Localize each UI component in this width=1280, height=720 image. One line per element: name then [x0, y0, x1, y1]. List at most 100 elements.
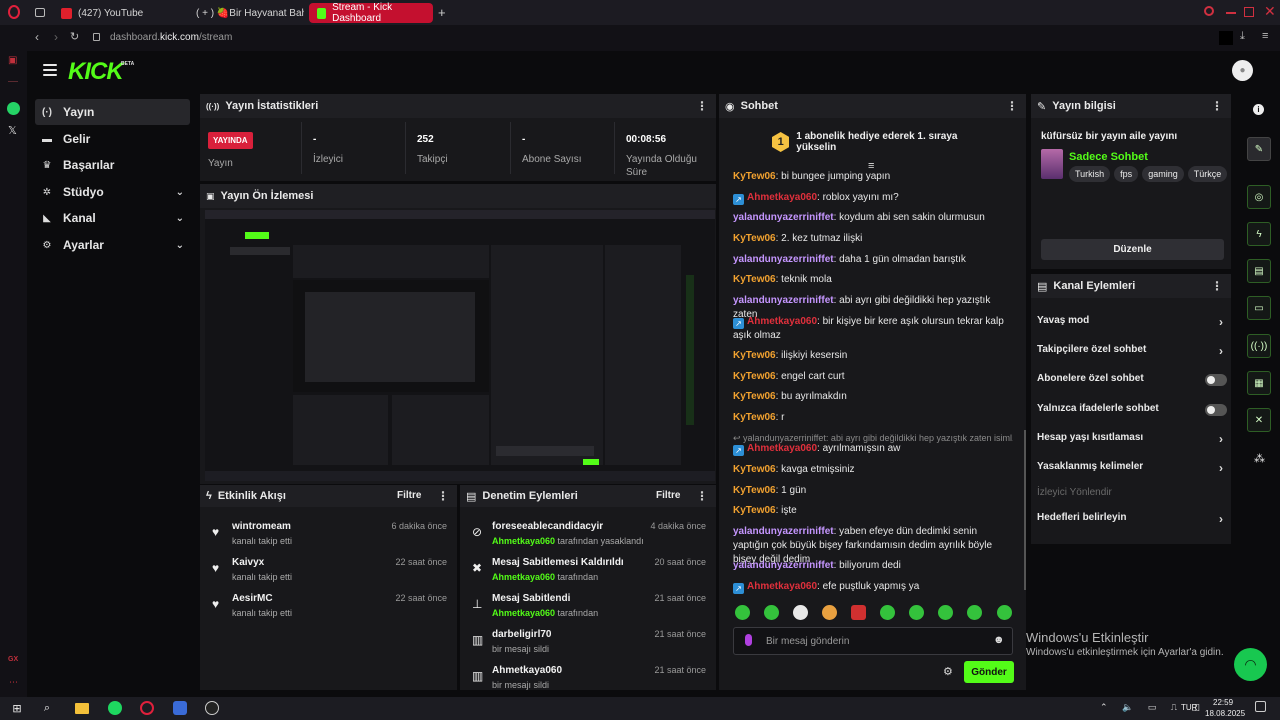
spotify-icon[interactable] — [106, 699, 124, 717]
headset-support-icon[interactable]: ◠ — [1234, 648, 1267, 681]
chat-username[interactable]: yalandunyazerriniffet — [733, 560, 834, 571]
kebab-menu-icon[interactable]: ⋮ — [1211, 99, 1223, 113]
shopping-icon[interactable]: ▣ — [8, 55, 17, 66]
gift-leader-banner[interactable]: 1 1 abonelik hediye ederek 1. sıraya yük… — [772, 131, 992, 153]
tag[interactable]: gaming — [1142, 166, 1184, 182]
filter-button[interactable]: Filtre — [656, 490, 680, 501]
info-icon[interactable]: i — [1253, 104, 1264, 115]
back-icon[interactable]: ‹ — [35, 30, 39, 44]
category-thumbnail[interactable] — [1041, 149, 1063, 179]
clock-date[interactable]: 18.08.2025 — [1205, 709, 1245, 718]
menu-icon[interactable]: ≡ — [1262, 30, 1268, 42]
slow-mode-item[interactable]: Yavaş mod › — [1037, 315, 1227, 333]
edit-button[interactable]: Düzenle — [1041, 239, 1224, 260]
gx-icon[interactable]: GX — [8, 656, 18, 663]
chat-username[interactable]: KyTew06 — [733, 274, 776, 285]
broadcast-icon[interactable]: ((·)) — [1247, 334, 1271, 358]
tab-youtube[interactable]: (427) YouTube — [53, 3, 178, 23]
activity-user[interactable]: AesirMC — [232, 593, 273, 604]
chat-settings-icon[interactable]: ⚙ — [943, 665, 953, 678]
windows-start-icon[interactable]: ⊞ — [8, 699, 26, 717]
chat-username[interactable]: yalandunyazerriniffet — [733, 254, 834, 265]
banned-words-item[interactable]: Yasaklanmış kelimeler › — [1037, 461, 1227, 479]
chat-username[interactable]: KyTew06 — [733, 485, 776, 496]
clock-time[interactable]: 22:59 — [1213, 698, 1233, 707]
tag[interactable]: Türkçe — [1187, 166, 1228, 182]
chat-username[interactable]: KyTew06 — [733, 350, 776, 361]
kick-logo[interactable]: KICK — [68, 58, 124, 86]
sidebar-item-basarilar[interactable]: ♛ Başarılar — [35, 152, 190, 178]
search-icon[interactable]: ⌕ — [38, 699, 56, 717]
chat-icon[interactable]: ▭ — [1247, 296, 1271, 320]
chat-scrollbar[interactable] — [1024, 430, 1026, 590]
kebab-menu-icon[interactable]: ⋮ — [1006, 99, 1018, 113]
url-field[interactable]: dashboard.kick.com/stream — [110, 32, 232, 43]
tab-kick-dashboard[interactable]: Stream - Kick Dashboard — [309, 2, 433, 24]
stream-preview-video[interactable] — [205, 210, 715, 481]
chat-username[interactable]: KyTew06 — [733, 412, 776, 423]
goals-item[interactable]: Hedefleri belirleyin › — [1037, 512, 1227, 530]
hamburger-icon[interactable] — [43, 64, 57, 76]
emoji-icon[interactable]: ☻ — [993, 634, 1005, 646]
chat-username[interactable]: KyTew06 — [733, 464, 776, 475]
emote-icon[interactable] — [764, 605, 779, 620]
emote-icon[interactable] — [909, 605, 924, 620]
moderation-title[interactable]: darbeligirl70 — [492, 629, 551, 640]
chat-input[interactable]: Bir mesaj gönderin ☻ — [733, 627, 1013, 655]
sidebar-item-gelir[interactable]: ▬ Gelir — [35, 126, 190, 152]
emote-icon[interactable] — [851, 605, 866, 620]
kebab-menu-icon[interactable]: ⋮ — [1211, 279, 1223, 293]
new-tab-button[interactable]: + — [438, 5, 446, 20]
chat-username[interactable]: KyTew06 — [733, 171, 776, 182]
emote-icon[interactable] — [735, 605, 750, 620]
more-icon[interactable]: ⋯ — [9, 677, 18, 688]
edit-icon[interactable]: ✎ — [1247, 137, 1271, 161]
filter-button[interactable]: Filtre — [397, 490, 421, 501]
document-icon[interactable]: ▤ — [1247, 259, 1271, 283]
tag[interactable]: Turkish — [1069, 166, 1111, 182]
subs-only-toggle[interactable] — [1205, 374, 1227, 386]
emote-icon[interactable] — [880, 605, 895, 620]
category-link[interactable]: Sadece Sohbet — [1069, 151, 1148, 163]
emote-icon[interactable] — [822, 605, 837, 620]
moderator-name[interactable]: Ahmetkaya060 — [492, 536, 555, 546]
tab-hayvanat[interactable]: ( + ) 🍓Bir Hayvanat Bah — [182, 3, 304, 23]
kebab-menu-icon[interactable]: ⋮ — [696, 99, 708, 113]
emote-icon[interactable] — [997, 605, 1012, 620]
wallet-icon[interactable] — [1219, 31, 1233, 45]
wrench-icon[interactable]: ✕ — [1247, 408, 1271, 432]
chat-username[interactable]: Ahmetkaya060 — [747, 581, 817, 592]
chat-username[interactable]: yalandunyazerriniffet — [733, 295, 834, 306]
layout-icon[interactable]: ▦ — [1247, 371, 1271, 395]
tab-manager-icon[interactable] — [35, 8, 45, 17]
chat-username[interactable]: KyTew06 — [733, 505, 776, 516]
send-button[interactable]: Gönder — [964, 661, 1014, 683]
user-avatar[interactable]: ● — [1232, 60, 1253, 81]
file-explorer-icon[interactable] — [73, 699, 91, 717]
sidebar-item-kanal[interactable]: ◣ Kanal ⌄ — [35, 205, 190, 231]
moderator-name[interactable]: Ahmetkaya060 — [492, 572, 555, 582]
moderation-title[interactable]: foreseeablecandidacyir — [492, 521, 603, 532]
chat-username[interactable]: Ahmetkaya060 — [747, 443, 817, 454]
opera-icon[interactable] — [8, 5, 20, 19]
language-indicator[interactable]: TUR — [1181, 703, 1197, 712]
add-widget-icon[interactable]: ⁂ — [1254, 452, 1265, 465]
emote-icon[interactable] — [793, 605, 808, 620]
obs-icon[interactable] — [203, 699, 221, 717]
sidebar-item-studyo[interactable]: ✲ Stüdyo ⌄ — [35, 179, 190, 205]
kebab-menu-icon[interactable]: ⋮ — [437, 489, 449, 503]
search-icon[interactable] — [1204, 6, 1214, 16]
followers-only-item[interactable]: Takipçilere özel sohbet › — [1037, 344, 1227, 362]
notifications-icon[interactable] — [1255, 701, 1266, 712]
chat-username[interactable]: Ahmetkaya060 — [747, 192, 817, 203]
close-button[interactable]: ✕ — [1264, 3, 1276, 20]
chat-username[interactable]: KyTew06 — [733, 391, 776, 402]
camera-icon[interactable]: ◎ — [1247, 185, 1271, 209]
emotes-only-toggle[interactable] — [1205, 404, 1227, 416]
download-icon[interactable]: ⤓ — [1240, 30, 1245, 43]
emote-icon[interactable] — [967, 605, 982, 620]
maximize-button[interactable] — [1244, 7, 1254, 17]
moderation-title[interactable]: Ahmetkaya060 — [492, 665, 562, 676]
reload-icon[interactable]: ↻ — [70, 30, 79, 43]
chat-username[interactable]: yalandunyazerriniffet — [733, 212, 834, 223]
